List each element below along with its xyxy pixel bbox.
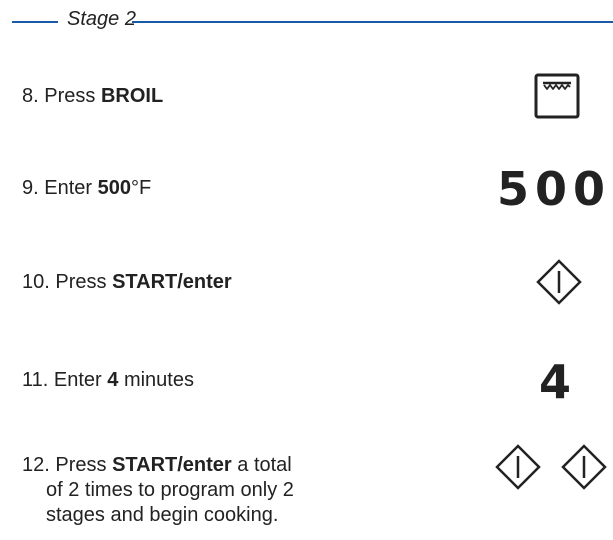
display-4: 4 bbox=[539, 355, 572, 409]
step-value: 4 bbox=[107, 369, 119, 391]
step-unit: °F bbox=[131, 177, 152, 199]
step-9: 9. Enter 500°F bbox=[22, 176, 151, 201]
stage-title: Stage 2 bbox=[67, 8, 136, 30]
step-suffix: minutes bbox=[123, 369, 194, 391]
step-prefix: Enter bbox=[44, 177, 93, 199]
display-500: 500 bbox=[497, 162, 612, 216]
step-8: 8. Press BROIL bbox=[22, 84, 163, 109]
step-prefix: Press bbox=[55, 271, 107, 293]
step-key: BROIL bbox=[100, 85, 164, 107]
step-text-line-3: stages and begin cooking. bbox=[46, 504, 279, 526]
start-enter-icon bbox=[560, 443, 608, 496]
header-rule-right bbox=[132, 21, 613, 23]
oven-broil-icon bbox=[533, 72, 581, 125]
stage-header: Stage 2 bbox=[0, 0, 613, 44]
header-rule-left bbox=[12, 21, 58, 23]
step-key: START/enter bbox=[112, 271, 232, 293]
step-number: 10. bbox=[22, 271, 50, 293]
step-number: 8. bbox=[22, 85, 39, 107]
step-10: 10. Press START/enter bbox=[22, 270, 232, 295]
step-suffix: a total bbox=[237, 454, 292, 476]
step-prefix: Press bbox=[55, 454, 107, 476]
step-number: 9. bbox=[22, 177, 39, 199]
step-number: 11. bbox=[22, 369, 49, 391]
step-text-line-2: of 2 times to program only 2 bbox=[46, 479, 294, 501]
step-11: 11. Enter 4 minutes bbox=[22, 368, 194, 393]
start-enter-icon bbox=[535, 258, 583, 311]
start-enter-icon bbox=[494, 443, 542, 496]
step-12: 12. Press START/enter a total of 2 times… bbox=[22, 453, 294, 528]
step-number: 12. bbox=[22, 454, 50, 476]
step-prefix: Press bbox=[44, 85, 96, 107]
step-key: START/enter bbox=[112, 454, 232, 476]
step-prefix: Enter bbox=[53, 369, 102, 391]
step-value: 500 bbox=[97, 177, 131, 199]
